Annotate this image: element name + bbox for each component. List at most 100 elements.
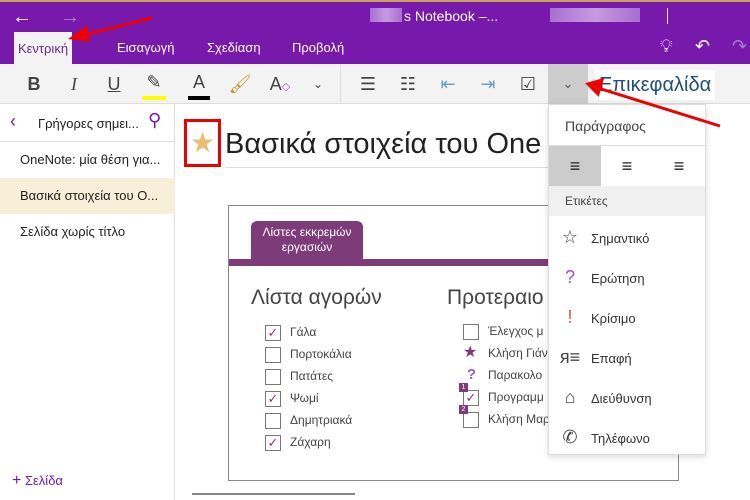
- todo-checkbox-icon[interactable]: ☑: [510, 64, 546, 104]
- redo-icon[interactable]: ↷: [732, 36, 747, 57]
- tags-header: Ετικέτες: [549, 186, 705, 216]
- tab-home[interactable]: Κεντρική: [14, 32, 72, 64]
- shopping-item[interactable]: Πορτοκάλια: [265, 343, 352, 365]
- shopping-item[interactable]: ✓ Γάλα: [265, 321, 352, 343]
- priority-number-badge: 2: [459, 404, 468, 414]
- back-chevron-icon[interactable]: ‹: [10, 111, 16, 132]
- align-center-button[interactable]: ≡: [601, 146, 653, 186]
- add-page-button[interactable]: + Σελίδα: [12, 472, 63, 490]
- bullets-icon[interactable]: ☰: [350, 64, 386, 104]
- paragraph-dropdown: Παράγραφος ≡ ≡ ≡ Ετικέτες ☆ Σημαντικό? Ερώ…: [548, 104, 706, 455]
- divider: [225, 167, 548, 168]
- divider: [192, 493, 355, 495]
- tag-label: Ερώτηση: [591, 271, 645, 286]
- item-text: Προγραμμ: [488, 390, 544, 404]
- tab-draw[interactable]: Σχεδίαση: [207, 40, 261, 55]
- tag-item[interactable]: ! Κρίσιμο: [549, 297, 705, 337]
- outdent-icon[interactable]: ⇤: [430, 64, 466, 104]
- style-selector[interactable]: Επικεφαλίδα: [595, 70, 715, 100]
- item-text: Πατάτες: [290, 369, 333, 383]
- tag-item[interactable]: ⌂ Διεύθυνση: [549, 377, 705, 417]
- shopping-item[interactable]: ✓ Ψωμί: [265, 387, 352, 409]
- shopping-item[interactable]: Πατάτες: [265, 365, 352, 387]
- card-tab: Λίστες εκκρεμών εργασιών: [251, 221, 363, 261]
- checkbox[interactable]: [463, 323, 479, 340]
- question-icon: ?: [564, 267, 575, 287]
- divider: [340, 64, 341, 104]
- undo-icon[interactable]: ↶: [695, 36, 710, 57]
- align-left-button[interactable]: ≡: [549, 146, 601, 186]
- priority-heading: Προτεραιο: [447, 286, 544, 309]
- indent-icon[interactable]: ⇥: [470, 64, 506, 104]
- blurred-text: [370, 8, 402, 22]
- priority-item[interactable]: ✓ 1 Προγραμμ: [459, 382, 550, 408]
- page-item[interactable]: Σελίδα χωρίς τίτλο: [0, 214, 175, 250]
- item-text: Παρακολο: [488, 368, 543, 382]
- shopping-heading: Λίστα αγορών: [251, 286, 382, 309]
- checkbox[interactable]: [265, 368, 281, 385]
- tag-label: Κρίσιμο: [591, 311, 636, 326]
- highlight-icon[interactable]: ✎: [142, 64, 166, 100]
- search-icon[interactable]: ⚲: [148, 110, 161, 131]
- page-item-selected[interactable]: Βασικά στοιχεία του O...: [0, 178, 175, 214]
- checkbox[interactable]: [265, 346, 281, 363]
- format-painter-icon[interactable]: 🖌︎: [222, 64, 258, 104]
- item-text: Κλήση Γιάν: [488, 346, 548, 360]
- shopping-item[interactable]: ✓ Ζάχαρη: [265, 431, 352, 453]
- checkbox[interactable]: ✓ 1: [459, 382, 479, 406]
- font-color-icon[interactable]: A: [188, 64, 210, 100]
- star-outline-icon: ☆: [561, 227, 579, 247]
- forward-button[interactable]: →: [60, 6, 80, 29]
- underline-button[interactable]: U: [96, 64, 132, 104]
- page-item[interactable]: OneNote: μία θέση για...: [0, 142, 175, 178]
- page-title[interactable]: Βασικά στοιχεία του One: [225, 128, 541, 161]
- tag-item[interactable]: ✆ Τηλέφωνο: [549, 417, 705, 457]
- priority-list: Έλεγχος μ ★ Κλήση Γιάν? Παρακολο ✓ 1 Προγραμμ 2…: [459, 320, 550, 430]
- checkbox[interactable]: ✓: [265, 434, 281, 451]
- checkbox[interactable]: ✓: [265, 390, 281, 407]
- back-button[interactable]: ←: [12, 6, 32, 29]
- priority-item[interactable]: ? Παρακολο: [463, 364, 550, 386]
- star-icon: ★: [463, 344, 478, 361]
- item-text: Έλεγχος μ: [488, 324, 544, 338]
- item-text: Ψωμί: [290, 391, 319, 405]
- tab-view[interactable]: Προβολή: [292, 40, 344, 55]
- priority-item[interactable]: Έλεγχος μ: [463, 320, 550, 342]
- item-text: Γάλα: [290, 325, 317, 339]
- tag-item[interactable]: ? Ερώτηση: [549, 257, 705, 297]
- shopping-list: ✓ Γάλα Πορτοκάλια Πατάτες ✓ Ψωμί Δημητριακά ✓ Ζά…: [265, 321, 352, 453]
- numbering-icon[interactable]: ☷: [390, 64, 426, 104]
- more-paragraph-chevron-icon[interactable]: ⌄: [548, 64, 588, 104]
- tag-label: Τηλέφωνο: [591, 431, 650, 446]
- star-tag-icon[interactable]: ★: [184, 119, 221, 167]
- priority-number-badge: 1: [459, 382, 468, 392]
- section-name[interactable]: Γρήγορες σημει...: [38, 116, 139, 131]
- tab-insert[interactable]: Εισαγωγή: [117, 40, 174, 55]
- clear-formatting-icon[interactable]: A◇: [262, 64, 298, 104]
- checkbox[interactable]: 2: [459, 404, 479, 428]
- contact-icon: ᴙ≡: [559, 347, 581, 367]
- tag-label: Διεύθυνση: [591, 391, 652, 406]
- tag-label: Σημαντικό: [591, 231, 650, 246]
- italic-button[interactable]: I: [56, 64, 92, 104]
- align-right-button[interactable]: ≡: [653, 146, 705, 186]
- item-text: Ζάχαρη: [290, 435, 331, 449]
- home-icon: ⌂: [564, 387, 576, 407]
- exclamation-icon: !: [567, 307, 573, 327]
- item-text: Πορτοκάλια: [290, 347, 352, 361]
- shopping-item[interactable]: Δημητριακά: [265, 409, 352, 431]
- item-text: Δημητριακά: [290, 413, 353, 427]
- blurred-text: [550, 8, 640, 22]
- bold-button[interactable]: B: [16, 64, 52, 104]
- priority-item[interactable]: ★ Κλήση Γιάν: [463, 342, 550, 364]
- checkbox[interactable]: ✓: [265, 324, 281, 341]
- tag-item[interactable]: ☆ Σημαντικό: [549, 217, 705, 257]
- tag-item[interactable]: ᴙ≡ Επαφή: [549, 337, 705, 377]
- paragraph-label: Παράγραφος: [565, 118, 646, 134]
- lightbulb-icon[interactable]: 💡︎: [660, 36, 673, 57]
- tag-label: Επαφή: [591, 351, 632, 366]
- more-format-chevron-icon[interactable]: ⌄: [300, 64, 336, 104]
- window-title: s Notebook –...: [404, 8, 499, 24]
- priority-item[interactable]: 2 Κλήση Μαρ: [459, 404, 550, 430]
- checkbox[interactable]: [265, 412, 281, 429]
